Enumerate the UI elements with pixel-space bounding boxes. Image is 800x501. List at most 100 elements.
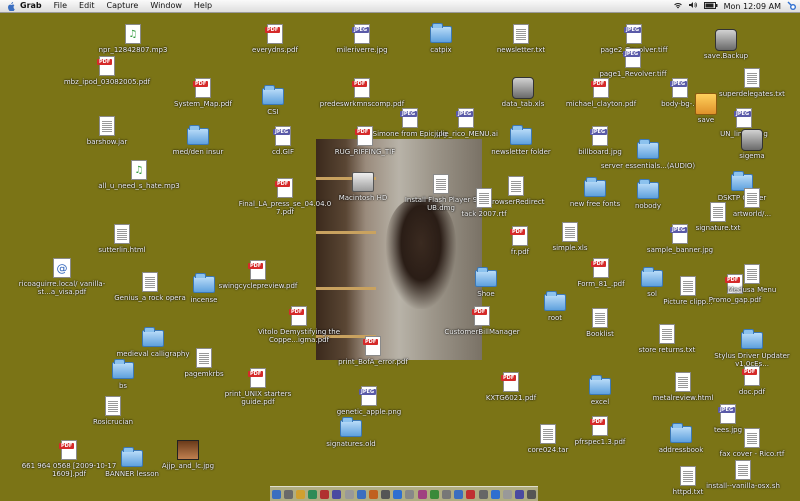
dock-app-icon[interactable]: [381, 489, 391, 499]
icon-glyph: [102, 394, 124, 418]
desktop-icon[interactable]: barshow.jar: [59, 114, 155, 146]
icon-label: michael_clayton.pdf: [565, 100, 637, 108]
dock-app-icon[interactable]: [393, 489, 403, 499]
menu-help[interactable]: Help: [188, 0, 218, 12]
desktop-icon[interactable]: server essentials...(AUDIO): [600, 138, 696, 170]
desktop-icon[interactable]: ♫ all_u_need_s_hate.mp3: [91, 158, 187, 190]
desktop-icon[interactable]: install--vanilla-osx.sh: [695, 458, 791, 490]
dock-app-icon[interactable]: [454, 489, 464, 499]
icon-label: catpix: [430, 46, 452, 54]
icon-label: Medusa Menu: [727, 286, 777, 294]
desktop-icon[interactable]: JPEG genetic_apple.png: [321, 384, 417, 416]
dock-app-icon[interactable]: [332, 489, 342, 499]
menu-file[interactable]: File: [48, 0, 73, 12]
desktop-icon[interactable]: fax cover - Rico.rtf: [704, 426, 800, 458]
desktop-icon[interactable]: simple.xls: [522, 220, 618, 252]
hard-drive-icon: [352, 172, 374, 192]
menu-edit[interactable]: Edit: [73, 0, 101, 12]
desktop-icon[interactable]: Ajjp_and_lc.jpg: [140, 438, 236, 470]
desktop-icon[interactable]: PDF print_UNIX starters guide.pdf: [210, 366, 306, 406]
icon-glyph: [741, 328, 763, 352]
desktop-icon[interactable]: excel: [552, 374, 648, 406]
dock-app-icon[interactable]: [308, 489, 318, 499]
icon-glyph: [741, 66, 763, 90]
desktop-icon[interactable]: sigema: [704, 128, 800, 160]
desktop-icon[interactable]: PDF Final_LA_press_se_04.04.07.pdf: [237, 176, 333, 216]
icon-label: System_Map.pdf: [174, 100, 232, 108]
icon-label: everydns.pdf: [252, 46, 298, 54]
desktop-icon[interactable]: PDF everydns.pdf: [227, 22, 323, 54]
icon-glyph: [510, 22, 532, 46]
document-icon: [196, 348, 212, 368]
desktop-icon[interactable]: CSI: [225, 84, 321, 116]
desktop-icon[interactable]: PDF mbz_ipod_03082005.pdf: [59, 54, 155, 86]
image-file-icon: JPEG: [718, 404, 736, 424]
desktop-icon[interactable]: Medusa Menu: [704, 262, 800, 294]
desktop-icon[interactable]: newsletter.txt: [473, 22, 569, 54]
desktop-icon[interactable]: med/den insur: [150, 124, 246, 156]
dock-app-icon[interactable]: [356, 489, 366, 499]
menu-window[interactable]: Window: [144, 0, 188, 12]
menu-app-name[interactable]: Grab: [16, 0, 48, 12]
dock-app-icon[interactable]: [466, 489, 476, 499]
dock-app-icon[interactable]: [295, 489, 305, 499]
icon-glyph: [510, 124, 532, 148]
spotlight-icon[interactable]: [787, 1, 796, 12]
music-file-icon: ♫: [131, 160, 147, 180]
dock-app-icon[interactable]: [368, 489, 378, 499]
desktop-icon[interactable]: PDF doc.pdf: [704, 364, 800, 396]
dock-app-icon[interactable]: [502, 489, 512, 499]
desktop-icon[interactable]: bs: [75, 358, 171, 390]
menu-clock[interactable]: Mon 12:09 AM: [724, 2, 781, 11]
dock-app-icon[interactable]: [490, 489, 500, 499]
dock-app-icon[interactable]: [271, 489, 281, 499]
text-file-icon: [735, 460, 751, 480]
dock-app-icon[interactable]: [417, 489, 427, 499]
desktop-icon[interactable]: JPEG sample_banner.jpg: [632, 222, 728, 254]
wifi-icon[interactable]: [673, 1, 683, 11]
document-icon: [592, 308, 608, 328]
dock-app-icon[interactable]: [515, 489, 525, 499]
dock-app-icon[interactable]: [441, 489, 451, 499]
desktop-icon[interactable]: tack 2007.rtf: [436, 186, 532, 218]
apple-menu-icon[interactable]: [6, 0, 16, 12]
desktop-icon[interactable]: @ ricoaguirre.local/ vanilla-st...a_visa.…: [14, 256, 110, 296]
desktop-icon[interactable]: Stylus Driver Updater v1.0cEs...: [704, 328, 800, 368]
desktop-icon[interactable]: core024.tar: [500, 422, 596, 454]
desktop-icon[interactable]: save.Backup: [678, 28, 774, 60]
icon-glyph: PDF: [590, 76, 612, 100]
desktop-icon[interactable]: PDF predeswrkmnscomp.pdf: [314, 76, 410, 108]
icon-glyph: [352, 170, 374, 194]
desktop-icon[interactable]: signatures.old: [303, 416, 399, 448]
desktop-icon[interactable]: JPEG page1_Revolver.tiff: [585, 46, 681, 78]
desktop-icon[interactable]: PDF swingcyclepreview.pdf: [210, 258, 306, 290]
dock-app-icon[interactable]: [429, 489, 439, 499]
desktop-icon[interactable]: ♫ npr_12842807.mp3: [85, 22, 181, 54]
dock-app-icon[interactable]: [478, 489, 488, 499]
dock-app-icon[interactable]: [320, 489, 330, 499]
pdf-file-icon: PDF: [472, 306, 490, 326]
icon-glyph: [637, 138, 659, 162]
menu-capture[interactable]: Capture: [101, 0, 145, 12]
battery-icon[interactable]: [703, 1, 718, 11]
pdf-file-icon: PDF: [248, 260, 266, 280]
icon-label: Shoe: [477, 290, 495, 298]
desktop-icon[interactable]: PDF RUG_RIFFING_TIF: [317, 124, 413, 156]
desktop-icon[interactable]: Rosicrucian: [65, 394, 161, 426]
icon-glyph: [589, 374, 611, 398]
icon-glyph: PDF: [354, 124, 376, 148]
dock-app-icon[interactable]: [405, 489, 415, 499]
icon-label: Booklist: [586, 330, 614, 338]
icon-label: Ajjp_and_lc.jpg: [161, 462, 215, 470]
dock-app-icon[interactable]: [344, 489, 354, 499]
desktop-icon[interactable]: store returns.txt: [619, 322, 715, 354]
desktop-icon[interactable]: PDF print_BofA_error.pdf: [325, 334, 421, 366]
desktop-icon[interactable]: PDF KXTG6021.pdf: [463, 370, 559, 402]
dock-app-icon[interactable]: [527, 489, 537, 499]
desktop-icon[interactable]: sutterlin.html: [74, 222, 170, 254]
dock-app-icon[interactable]: [283, 489, 293, 499]
icon-glyph: PDF: [741, 364, 763, 388]
volume-icon[interactable]: [688, 1, 698, 11]
icon-label: swingcyclepreview.pdf: [218, 282, 298, 290]
folder-icon: [475, 266, 497, 287]
